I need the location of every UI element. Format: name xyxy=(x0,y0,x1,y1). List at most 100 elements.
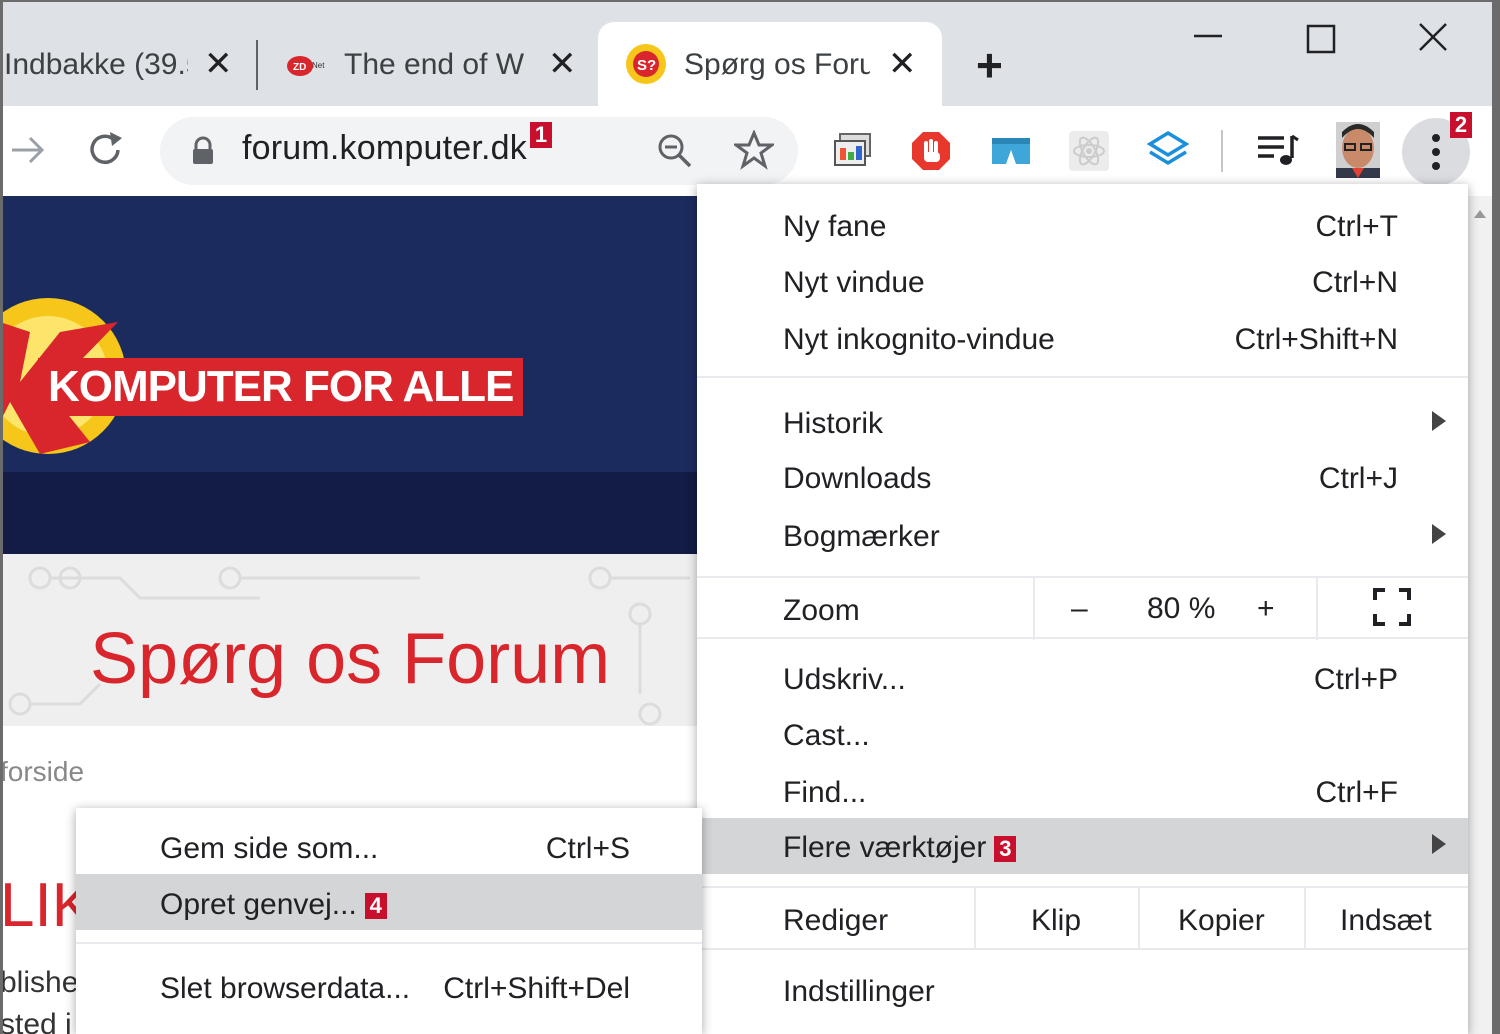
scrollbar[interactable] xyxy=(1468,196,1492,1034)
menu-item-label: Downloads xyxy=(783,462,932,495)
browser-window: Indbakke (39.5 ✕ ZD Net The end of Wi ✕ S… xyxy=(0,0,1500,1034)
menu-item-label: Gem side som... xyxy=(160,832,379,865)
zdnet-favicon-icon: ZD Net xyxy=(286,52,326,86)
menu-separator xyxy=(1316,578,1318,640)
menu-separator xyxy=(1033,578,1035,640)
fullscreen-icon[interactable] xyxy=(1373,588,1411,631)
scroll-up-icon[interactable] xyxy=(1468,196,1492,226)
menu-separator xyxy=(697,376,1468,378)
star-icon[interactable] xyxy=(731,129,777,175)
menu-separator xyxy=(697,637,1468,639)
menu-item-label: Udskriv... xyxy=(783,663,906,696)
menu-item-label: Find... xyxy=(783,776,867,809)
menu-item-label-text: Flere værktøjer xyxy=(783,831,987,864)
tab-strip: Indbakke (39.5 ✕ ZD Net The end of Wi ✕ S… xyxy=(0,0,1500,106)
forward-icon[interactable] xyxy=(8,132,48,173)
breadcrumb[interactable]: forside xyxy=(0,756,84,788)
menu-separator xyxy=(1138,888,1140,950)
page-text-line: blishe xyxy=(0,966,79,999)
forum-title: Spørg os Forum xyxy=(90,619,611,699)
copy-button[interactable]: Kopier xyxy=(1178,904,1265,938)
more-tools-submenu: Gem side som... Ctrl+S Opret genvej... 4 … xyxy=(76,808,702,1034)
callout-badge-3: 3 xyxy=(994,836,1017,863)
menu-item-label-text: Opret genvej... xyxy=(160,888,357,921)
toolbar-separator xyxy=(1221,130,1223,172)
tab-forum-active[interactable]: S? Spørg os Foru ✕ xyxy=(598,22,942,106)
zoom-out-button[interactable]: – xyxy=(1071,592,1088,626)
zoom-value: 80 % xyxy=(1147,592,1216,625)
menu-item-label: Indstillinger xyxy=(783,975,935,1008)
menu-item-find[interactable]: Find... Ctrl+F xyxy=(697,764,1468,820)
extension-layers-icon[interactable] xyxy=(1146,130,1190,177)
paste-button[interactable]: Indsæt xyxy=(1340,904,1432,938)
svg-text:S?: S? xyxy=(637,57,656,74)
menu-item-shortcut: Ctrl+N xyxy=(1312,266,1398,299)
extension-shorts-icon[interactable] xyxy=(990,134,1032,173)
menu-item-label: Zoom xyxy=(783,594,860,627)
menu-item-edit-label: Rediger xyxy=(783,904,889,937)
menu-item-shortcut: Ctrl+T xyxy=(1315,210,1399,243)
menu-item-label: Ny fane xyxy=(783,210,887,243)
menu-item-bookmarks[interactable]: Bogmærker xyxy=(697,508,1468,564)
window-close-icon[interactable] xyxy=(1414,18,1454,58)
menu-item-clear-data[interactable]: Slet browserdata... Ctrl+Shift+Del xyxy=(76,960,702,1016)
menu-item-downloads[interactable]: Downloads Ctrl+J xyxy=(697,450,1468,506)
extension-react-icon[interactable] xyxy=(1068,130,1110,177)
lock-icon[interactable] xyxy=(190,136,216,171)
close-icon[interactable]: ✕ xyxy=(888,44,917,84)
tab-title: Spørg os Foru xyxy=(684,48,870,81)
media-queue-icon[interactable] xyxy=(1256,132,1300,173)
menu-item-label: Cast... xyxy=(783,719,870,752)
minimize-icon[interactable] xyxy=(1190,18,1230,58)
callout-badge-1: 1 xyxy=(530,122,552,148)
new-tab-button[interactable]: + xyxy=(976,38,1003,92)
menu-item-history[interactable]: Historik xyxy=(697,395,1468,451)
menu-item-new-window[interactable]: Nyt vindue Ctrl+N xyxy=(697,254,1468,310)
menu-item-more-tools[interactable]: Flere værktøjer 3 xyxy=(697,818,1468,874)
menu-item-shortcut: Ctrl+P xyxy=(1313,663,1398,696)
zoom-in-button[interactable]: + xyxy=(1257,592,1275,626)
forum-favicon-icon: S? xyxy=(624,42,668,94)
cut-button[interactable]: Klip xyxy=(1031,904,1081,938)
menu-item-label: Historik xyxy=(783,407,884,440)
tab-zdnet[interactable]: ZD Net The end of Wi ✕ xyxy=(272,22,592,106)
window-frame xyxy=(0,0,3,1034)
close-icon[interactable]: ✕ xyxy=(204,44,233,84)
zoom-icon[interactable] xyxy=(656,132,694,175)
menu-item-print[interactable]: Udskriv... Ctrl+P xyxy=(697,651,1468,707)
menu-separator xyxy=(697,948,1468,950)
menu-item-label: Bogmærker xyxy=(783,520,940,553)
menu-item-settings[interactable]: Indstillinger xyxy=(697,963,1468,1019)
svg-text:Net: Net xyxy=(312,61,325,70)
menu-item-shortcut: Ctrl+S xyxy=(545,832,630,865)
menu-separator xyxy=(1304,888,1306,950)
menu-separator xyxy=(697,576,1468,578)
menu-item-create-shortcut[interactable]: Opret genvej... 4 xyxy=(76,874,702,930)
maximize-icon[interactable] xyxy=(1302,18,1342,58)
menu-item-new-tab[interactable]: Ny fane Ctrl+T xyxy=(697,198,1468,254)
menu-item-shortcut: Ctrl+Shift+Del xyxy=(443,972,630,1005)
tab-separator xyxy=(256,40,258,90)
menu-separator xyxy=(76,942,702,944)
menu-item-cast[interactable]: Cast... xyxy=(697,707,1468,763)
submenu-arrow-icon xyxy=(1432,834,1446,854)
tab-title: The end of Wi xyxy=(344,48,526,81)
tab-inbox[interactable]: Indbakke (39.5 ✕ xyxy=(0,22,250,106)
menu-item-label: Nyt inkognito-vindue xyxy=(783,323,1055,356)
avatar[interactable] xyxy=(1336,122,1380,183)
adblock-icon[interactable] xyxy=(910,130,952,177)
close-icon[interactable]: ✕ xyxy=(548,44,577,84)
menu-item-label: Opret genvej... 4 xyxy=(160,888,387,922)
url-text[interactable]: forum.komputer.dk xyxy=(242,129,527,168)
page-nav-band xyxy=(0,472,700,554)
extension-screens-icon[interactable] xyxy=(832,132,874,175)
menu-separator xyxy=(974,888,976,950)
menu-item-shortcut: Ctrl+J xyxy=(1318,462,1398,495)
menu-item-save-page[interactable]: Gem side som... Ctrl+S xyxy=(76,820,702,876)
menu-item-shortcut: Ctrl+Shift+N xyxy=(1234,323,1398,356)
window-frame xyxy=(0,0,1500,2)
reload-icon[interactable] xyxy=(86,130,126,175)
submenu-arrow-icon xyxy=(1432,411,1446,431)
menu-item-label: Nyt vindue xyxy=(783,266,925,299)
menu-item-incognito[interactable]: Nyt inkognito-vindue Ctrl+Shift+N xyxy=(697,311,1468,367)
